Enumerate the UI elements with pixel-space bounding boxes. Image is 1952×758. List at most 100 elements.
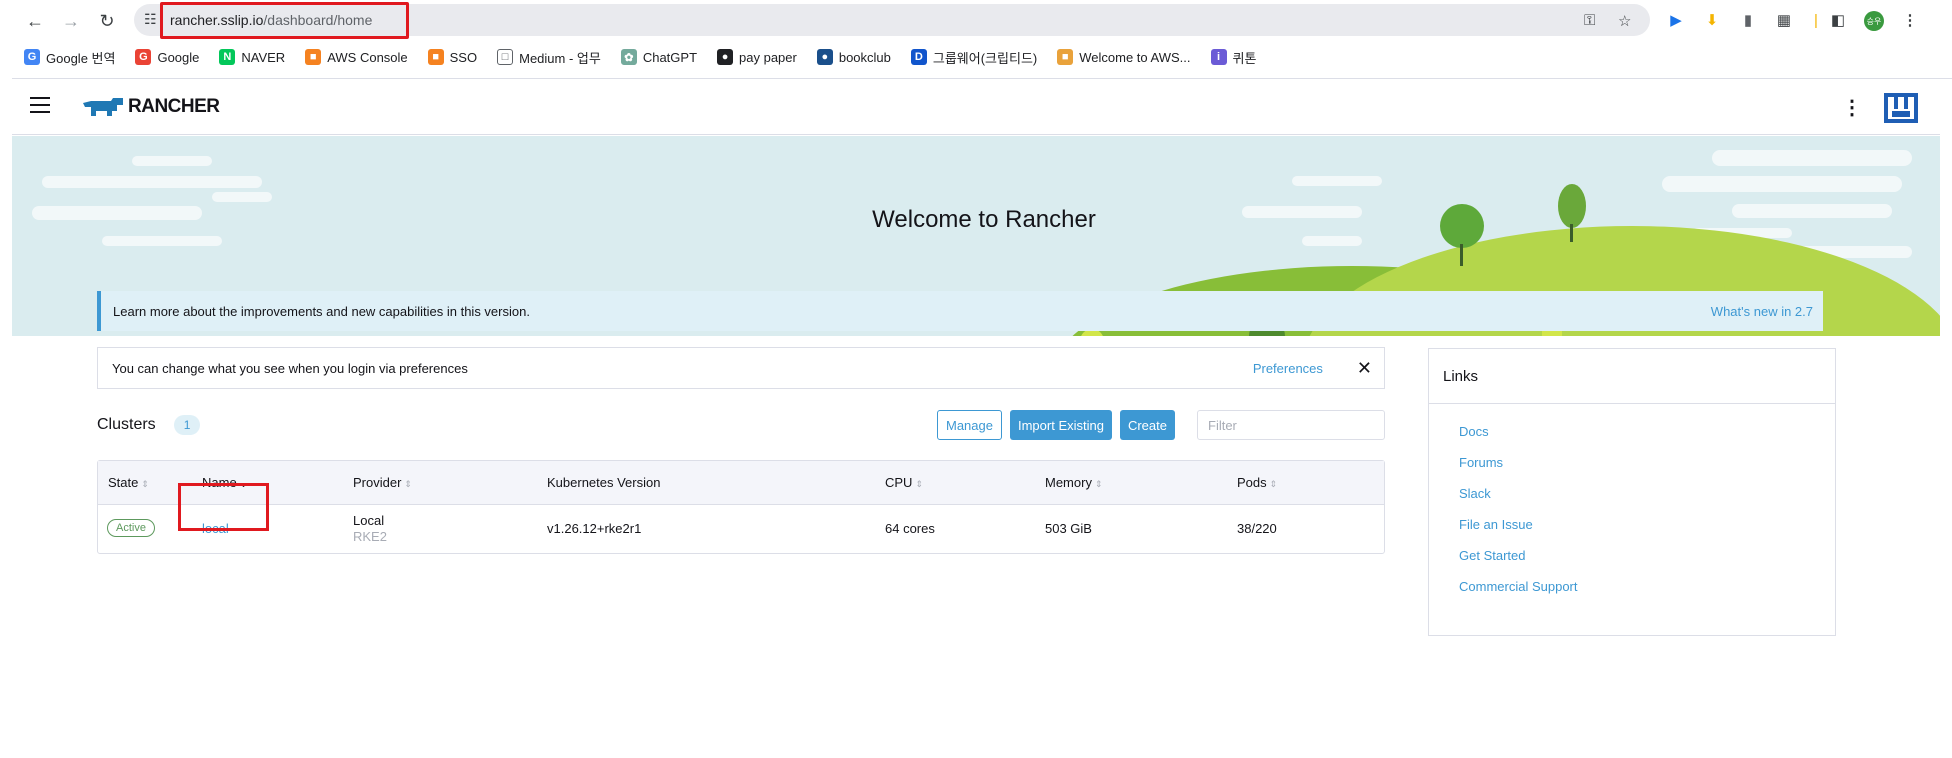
bookmark-item[interactable]: ✿ ChatGPT: [620, 49, 698, 65]
sort-icon: ⇕: [141, 479, 149, 489]
bookmark-label: 그룹웨어(크립티드): [932, 50, 1038, 66]
whats-new-link[interactable]: What's new in 2.7: [1711, 304, 1813, 319]
sort-icon: ⇕: [915, 479, 923, 489]
aws-box-icon: ■: [1057, 49, 1074, 65]
link-commercial-support[interactable]: Commercial Support: [1459, 579, 1835, 610]
col-pods[interactable]: Pods ⇕: [1237, 475, 1277, 490]
clusters-header: Clusters 1 Manage Import Existing Create: [97, 408, 1385, 442]
bookmark-label: ChatGPT: [642, 49, 698, 65]
translate-icon: G: [24, 49, 40, 65]
link-get-started[interactable]: Get Started: [1459, 548, 1835, 579]
hamburger-menu-icon[interactable]: [30, 97, 50, 113]
browser-menu-icon[interactable]: ⋮: [1900, 10, 1920, 30]
col-state[interactable]: State ⇕: [108, 475, 149, 490]
preferences-banner: You can change what you see when you log…: [97, 347, 1385, 389]
cluster-pods: 38/220: [1237, 521, 1277, 536]
bookmark-item[interactable]: □ Medium - 업무: [497, 48, 601, 67]
bookmark-label: NAVER: [241, 49, 286, 65]
bookmark-item[interactable]: ■ SSO: [427, 49, 478, 65]
side-panel-icon[interactable]: ◧: [1828, 10, 1848, 30]
url-highlight-box: [160, 2, 409, 39]
bookmark-item[interactable]: N NAVER: [219, 49, 285, 65]
link-slack[interactable]: Slack: [1459, 486, 1835, 517]
cluster-provider: Local: [353, 513, 385, 528]
preferences-link[interactable]: Preferences: [1253, 361, 1323, 376]
bookmark-label: AWS Console: [327, 49, 408, 65]
name-highlight-box: [178, 483, 269, 531]
globe-icon: ●: [717, 49, 734, 65]
cluster-provider-sub: RKE2: [353, 529, 387, 544]
col-cpu[interactable]: CPU ⇕: [885, 475, 923, 490]
bookmark-item[interactable]: D 그룹웨어(크립티드): [910, 48, 1038, 67]
extension-download-icon[interactable]: ⬇: [1702, 10, 1722, 30]
bookmark-star-icon[interactable]: ☆: [1618, 12, 1631, 30]
more-options-icon[interactable]: ⋮: [1842, 95, 1862, 120]
bookmark-item[interactable]: ● bookclub: [816, 49, 891, 65]
bookmark-item[interactable]: G Google 번역: [24, 48, 115, 67]
link-file-an-issue[interactable]: File an Issue: [1459, 517, 1835, 548]
col-provider[interactable]: Provider ⇕: [353, 475, 412, 490]
user-brand-tile-icon[interactable]: [1884, 93, 1918, 123]
bookmark-item[interactable]: ■ Welcome to AWS...: [1057, 49, 1191, 65]
extension-play-icon[interactable]: ▶: [1666, 10, 1686, 30]
clusters-table: State ⇕ Name ⌄ Provider ⇕ Kubernetes Versio…: [97, 460, 1385, 554]
clusters-title: Clusters: [97, 416, 156, 433]
divider-icon: |: [1814, 11, 1818, 29]
google-icon: G: [135, 49, 152, 65]
bookmark-label: bookclub: [838, 49, 891, 65]
chatgpt-icon: ✿: [620, 49, 637, 65]
import-existing-button[interactable]: Import Existing: [1009, 410, 1112, 440]
password-key-icon[interactable]: ⚿: [1584, 12, 1595, 29]
sort-icon: ⇕: [1094, 479, 1103, 489]
cluster-memory: 503 GiB: [1045, 521, 1092, 536]
table-header: State ⇕ Name ⌄ Provider ⇕ Kubernetes Versio…: [98, 461, 1384, 505]
forward-arrow-icon[interactable]: →: [60, 10, 82, 32]
bookmark-label: Welcome to AWS...: [1079, 49, 1191, 65]
preferences-text: You can change what you see when you log…: [112, 360, 468, 376]
aws-cube-icon: ■: [427, 49, 444, 65]
link-docs[interactable]: Docs: [1459, 424, 1835, 455]
app-header: RANCHER ⋮: [12, 79, 1940, 135]
bookmark-item[interactable]: ● pay paper: [717, 49, 797, 65]
close-icon[interactable]: ✕: [1357, 358, 1372, 379]
rancher-logo[interactable]: RANCHER: [82, 96, 220, 118]
bookmark-item[interactable]: ■ AWS Console: [305, 49, 408, 65]
welcome-title: Welcome to Rancher: [872, 206, 1096, 233]
links-title: Links: [1429, 349, 1835, 404]
brand-name: RANCHER: [128, 96, 220, 117]
cluster-cpu: 64 cores: [885, 521, 935, 536]
links-list: Docs Forums Slack File an Issue Get Star…: [1429, 404, 1835, 610]
bookclub-icon: ●: [816, 49, 833, 65]
sort-icon: ⇕: [1269, 479, 1278, 489]
groupware-icon: D: [910, 49, 927, 65]
bookmarks-bar: G Google 번역 G Google N NAVER ■ AWS Console ■ SSO □…: [0, 44, 1952, 70]
info-icon: i: [1210, 49, 1227, 65]
release-notes-text: Learn more about the improvements and ne…: [113, 303, 530, 319]
back-arrow-icon[interactable]: ←: [24, 10, 46, 32]
cluster-version: v1.26.12+rke2r1: [547, 521, 642, 536]
bookmark-label: SSO: [449, 49, 478, 65]
col-kubernetes-version[interactable]: Kubernetes Version: [547, 475, 660, 490]
filter-input[interactable]: [1197, 410, 1385, 440]
bookmark-label: Google: [157, 49, 200, 65]
bookmark-label: Google 번역: [46, 50, 116, 66]
naver-icon: N: [219, 49, 236, 65]
reload-icon[interactable]: ↻: [96, 10, 118, 32]
col-memory[interactable]: Memory ⇕: [1045, 475, 1103, 490]
folder-icon: □: [497, 49, 514, 65]
extensions-puzzle-icon[interactable]: ▦: [1774, 10, 1794, 30]
browser-toolbar: ← → ↻ ☷ rancher.sslip.io/dashboard/home …: [0, 0, 1952, 42]
profile-avatar[interactable]: 승우: [1864, 11, 1884, 31]
link-forums[interactable]: Forums: [1459, 455, 1835, 486]
sort-icon: ⇕: [404, 479, 412, 489]
bookmark-label: 퀴톤: [1232, 50, 1257, 66]
extension-clip-icon[interactable]: ▮: [1738, 10, 1758, 30]
release-notes-banner: Learn more about the improvements and ne…: [97, 291, 1823, 331]
rancher-cow-icon: [83, 98, 123, 116]
bookmark-item[interactable]: i 퀴톤: [1210, 48, 1257, 67]
manage-button[interactable]: Manage: [937, 410, 1002, 440]
bookmark-label: pay paper: [739, 49, 797, 65]
site-settings-icon[interactable]: ☷: [144, 11, 157, 28]
create-button[interactable]: Create: [1119, 410, 1175, 440]
bookmark-item[interactable]: G Google: [135, 49, 199, 65]
